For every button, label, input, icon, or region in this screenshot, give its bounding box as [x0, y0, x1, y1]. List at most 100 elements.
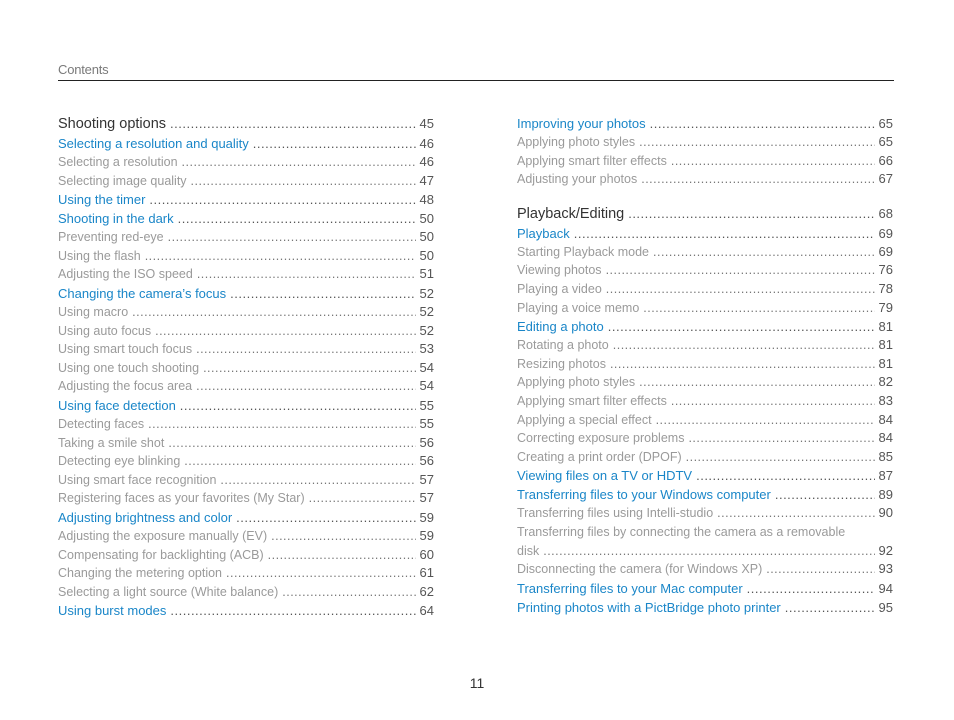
toc-subsection[interactable]: Using macro 52 [58, 303, 434, 322]
toc-section-link[interactable]: Using the timer 48 [58, 190, 434, 209]
toc-subsection[interactable]: Using smart touch focus 53 [58, 340, 434, 359]
toc-page-number: 83 [878, 392, 893, 408]
toc-subsection[interactable]: Adjusting the exposure manually (EV) 59 [58, 527, 434, 546]
dot-leader [613, 336, 875, 355]
toc-page-number: 84 [878, 411, 893, 427]
toc-section-link[interactable]: Adjusting brightness and color 59 [58, 508, 434, 527]
toc-entry-wrapped-line[interactable]: Transferring files by connecting the cam… [517, 523, 893, 542]
toc-subsection[interactable]: Selecting image quality 47 [58, 172, 434, 191]
dot-leader [639, 133, 874, 152]
toc-subsection[interactable]: Using auto focus 52 [58, 322, 434, 341]
toc-subsection[interactable]: Changing the metering option 61 [58, 564, 434, 583]
dot-leader [766, 560, 874, 579]
toc-subsection[interactable]: Resizing photos 81 [517, 355, 893, 374]
dot-leader [686, 448, 875, 467]
toc-subsection[interactable]: Registering faces as your favorites (My … [58, 489, 434, 508]
toc-section-link[interactable]: Editing a photo 81 [517, 317, 893, 336]
toc-chapter[interactable]: Shooting options 45 [58, 114, 434, 134]
toc-entry-label: Selecting image quality [58, 173, 187, 188]
toc-page-number: 57 [419, 490, 434, 506]
toc-page-number: 60 [419, 546, 434, 562]
toc-subsection[interactable]: Selecting a resolution 46 [58, 153, 434, 172]
toc-subsection[interactable]: Preventing red-eye 50 [58, 228, 434, 247]
toc-subsection[interactable]: Disconnecting the camera (for Windows XP… [517, 560, 893, 579]
toc-subsection[interactable]: Playing a voice memo 79 [517, 299, 893, 318]
toc-subsection[interactable]: Adjusting the focus area 54 [58, 377, 434, 396]
toc-page-number: 62 [419, 583, 434, 599]
toc-entry-label: Shooting options [58, 116, 167, 132]
toc-subsection[interactable]: Applying smart filter effects 66 [517, 152, 893, 171]
toc-entry-label: Playing a video [517, 281, 602, 296]
toc-section-link[interactable]: Changing the camera’s focus 52 [58, 284, 434, 303]
toc-section-link[interactable]: Transferring files to your Mac computer 9… [517, 579, 893, 598]
toc-entry-label: Detecting eye blinking [58, 454, 181, 469]
toc-subsection[interactable]: Applying photo styles 82 [517, 373, 893, 392]
toc-page-number: 69 [878, 243, 893, 259]
toc-entry-label: Applying a special effect [517, 412, 652, 427]
toc-subsection[interactable]: Applying smart filter effects 83 [517, 392, 893, 411]
toc-page-number: 50 [419, 211, 434, 227]
toc-subsection[interactable]: Viewing photos 76 [517, 261, 893, 280]
toc-entry-label: Applying photo styles [517, 135, 636, 149]
toc-subsection[interactable]: Selecting a light source (White balance)… [58, 583, 434, 602]
toc-subsection[interactable]: Creating a print order (DPOF) 85 [517, 448, 893, 467]
toc-section-link[interactable]: Printing photos with a PictBridge photo … [517, 598, 893, 617]
toc-section-link[interactable]: Using face detection 55 [58, 396, 434, 415]
header-title: Contents [58, 62, 109, 77]
toc-subsection[interactable]: Rotating a photo 81 [517, 336, 893, 355]
toc-subsection[interactable]: Transferring files using Intelli-studio 9… [517, 504, 893, 523]
toc-subsection[interactable]: Detecting faces 55 [58, 415, 434, 434]
toc-page-number: 81 [878, 319, 893, 335]
toc-subsection[interactable]: Using smart face recognition 57 [58, 471, 434, 490]
dot-leader [191, 172, 416, 191]
header-divider [58, 80, 894, 81]
toc-section-link[interactable]: Playback 69 [517, 224, 893, 243]
dot-leader [268, 546, 416, 565]
toc-entry-label: Viewing photos [517, 263, 602, 278]
toc-page-number: 54 [419, 359, 434, 375]
toc-subsection[interactable]: Using one touch shooting 54 [58, 359, 434, 378]
dot-leader [574, 224, 875, 243]
dot-leader [653, 243, 875, 262]
toc-page-number: 84 [878, 430, 893, 446]
dot-leader [168, 228, 416, 247]
toc-subsection[interactable]: disk 92 [517, 542, 893, 561]
toc-page-number: 68 [878, 205, 893, 221]
toc-subsection[interactable]: Playing a video 78 [517, 280, 893, 299]
toc-page-number: 50 [419, 247, 434, 263]
toc-entry-label: Transferring files to your Mac computer [517, 580, 743, 596]
toc-subsection[interactable]: Applying a special effect 84 [517, 411, 893, 430]
toc-entry-label: Adjusting your photos [517, 172, 638, 187]
toc-subsection[interactable]: Using the flash 50 [58, 247, 434, 266]
toc-subsection[interactable]: Applying photo styles 65 [517, 133, 893, 152]
toc-section-link[interactable]: Transferring files to your Windows compu… [517, 485, 893, 504]
toc-section-link[interactable]: Selecting a resolution and quality 46 [58, 134, 434, 153]
toc-page-number: 55 [419, 415, 434, 431]
toc-chapter[interactable]: Playback/Editing 68 [517, 204, 893, 224]
toc-subsection[interactable]: Detecting eye blinking 56 [58, 452, 434, 471]
toc-page-number: 55 [419, 397, 434, 413]
toc-subsection[interactable]: Taking a smile shot 56 [58, 434, 434, 453]
toc-page-number: 95 [878, 599, 893, 615]
dot-leader [180, 396, 416, 415]
toc-subsection[interactable]: Adjusting your photos 67 [517, 170, 893, 189]
toc-page-number: 81 [878, 355, 893, 371]
dot-leader [543, 542, 874, 561]
dot-leader [747, 579, 875, 598]
toc-subsection[interactable]: Adjusting the ISO speed 51 [58, 265, 434, 284]
toc-entry-label: Using macro [58, 304, 129, 319]
toc-entry-label: Playback [517, 225, 570, 241]
toc-section-link[interactable]: Using burst modes 64 [58, 601, 434, 620]
toc-subsection[interactable]: Correcting exposure problems 84 [517, 429, 893, 448]
toc-subsection[interactable]: Starting Playback mode 69 [517, 243, 893, 262]
toc-subsection[interactable]: Compensating for backlighting (ACB) 60 [58, 546, 434, 565]
toc-section-link[interactable]: Improving your photos 65 [517, 114, 893, 133]
toc-page-number: 93 [878, 561, 893, 577]
toc-section-link[interactable]: Shooting in the dark 50 [58, 209, 434, 228]
dot-leader [203, 359, 415, 378]
toc-section-link[interactable]: Viewing files on a TV or HDTV 87 [517, 466, 893, 485]
toc-entry-label: Adjusting brightness and color [58, 509, 233, 525]
toc-page-number: 79 [878, 299, 893, 315]
toc-page-number: 90 [878, 505, 893, 521]
